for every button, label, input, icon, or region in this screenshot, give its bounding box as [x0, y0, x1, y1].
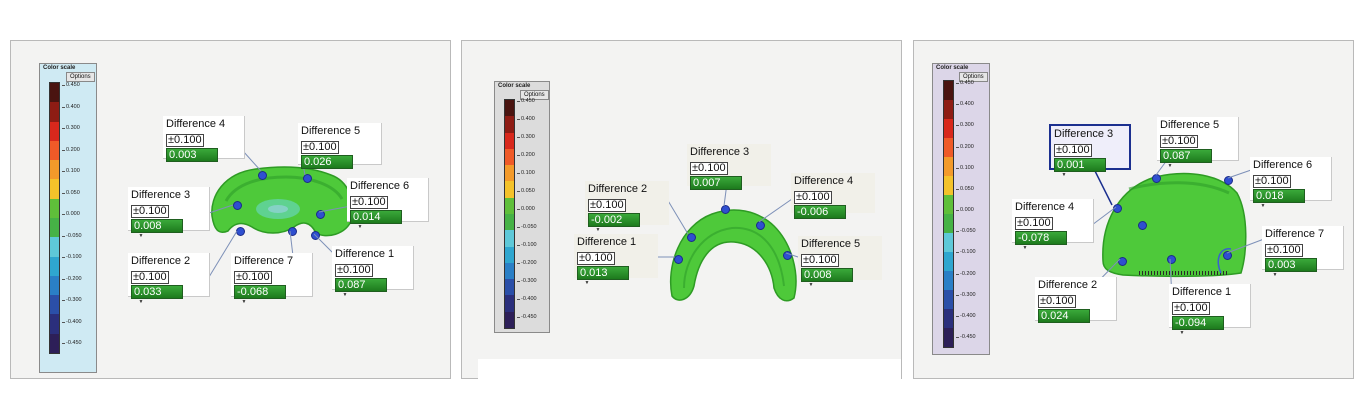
collapse-arrow-icon[interactable]: ▼: [131, 233, 151, 239]
deviation-value: 0.013: [577, 266, 629, 280]
difference-callout[interactable]: Difference 7 ±0.100 0.003 ▼: [1262, 226, 1344, 278]
tolerance-value: ±0.100: [794, 191, 832, 204]
collapse-arrow-icon[interactable]: ▼: [335, 292, 355, 298]
collapse-arrow-icon[interactable]: ▼: [1015, 245, 1035, 251]
tolerance-value: ±0.100: [301, 141, 339, 154]
deviation-value: 0.087: [1160, 149, 1212, 163]
difference-title: Difference 1: [335, 248, 395, 260]
difference-title: Difference 5: [301, 125, 361, 137]
deviation-value: 0.087: [335, 278, 387, 292]
collapse-arrow-icon[interactable]: ▼: [1265, 272, 1285, 278]
difference-callout[interactable]: Difference 3 ±0.100 0.007: [687, 144, 771, 190]
difference-callout[interactable]: Difference 3 ±0.100 0.008 ▼: [128, 187, 210, 239]
deviation-value: 0.024: [1038, 309, 1090, 323]
deviation-value: 0.008: [801, 268, 853, 282]
difference-callout[interactable]: Difference 5 ±0.100 0.026: [298, 123, 382, 169]
difference-callout[interactable]: Difference 1 ±0.100 0.013 ▼: [574, 234, 658, 286]
collapse-arrow-icon[interactable]: ▼: [1054, 172, 1074, 178]
collapse-arrow-icon[interactable]: ▼: [1253, 203, 1273, 209]
deviation-value: 0.014: [350, 210, 402, 224]
difference-title: Difference 7: [1265, 228, 1325, 240]
difference-title: Difference 4: [794, 175, 854, 187]
tolerance-value: ±0.100: [690, 162, 728, 175]
viewer-bottom-strip: [478, 359, 901, 379]
difference-title: Difference 1: [577, 236, 637, 248]
difference-title: Difference 2: [1038, 279, 1098, 291]
difference-title: Difference 1: [1172, 286, 1232, 298]
tolerance-value: ±0.100: [131, 205, 169, 218]
tolerance-value: ±0.100: [1172, 302, 1210, 315]
difference-callout[interactable]: Difference 4 ±0.100 0.003: [163, 116, 245, 162]
difference-callout[interactable]: Difference 7 ±0.100 -0.068 ▼: [231, 253, 313, 305]
difference-title: Difference 3: [131, 189, 191, 201]
collapse-arrow-icon[interactable]: ▼: [234, 299, 254, 305]
tolerance-value: ±0.100: [1054, 144, 1092, 157]
deviation-value: 0.007: [690, 176, 742, 190]
difference-callout[interactable]: Difference 4 ±0.100 -0.006: [791, 173, 875, 219]
difference-title: Difference 3: [690, 146, 750, 158]
difference-title: Difference 4: [1015, 201, 1075, 213]
tolerance-value: ±0.100: [234, 271, 272, 284]
tolerance-value: ±0.100: [166, 134, 204, 147]
deviation-value: -0.068: [234, 285, 286, 299]
difference-callout[interactable]: Difference 4 ±0.100 -0.078 ▼: [1012, 199, 1094, 251]
deviation-value: 0.003: [166, 148, 218, 162]
tolerance-value: ±0.100: [801, 254, 839, 267]
difference-title: Difference 5: [801, 238, 861, 250]
deviation-value: 0.018: [1253, 189, 1305, 203]
difference-callout[interactable]: Difference 5 ±0.100 0.087 ▼: [1157, 117, 1239, 169]
tolerance-value: ±0.100: [1265, 244, 1303, 257]
deviation-value: -0.002: [588, 213, 640, 227]
difference-title: Difference 3: [1054, 128, 1114, 140]
collapse-arrow-icon[interactable]: ▼: [350, 224, 370, 230]
tolerance-value: ±0.100: [350, 196, 388, 209]
deviation-value: 0.003: [1265, 258, 1317, 272]
difference-callout[interactable]: Difference 5 ±0.100 0.008 ▼: [798, 236, 882, 288]
difference-callout[interactable]: Difference 2 ±0.100 -0.002 ▼: [585, 181, 669, 233]
tolerance-value: ±0.100: [1253, 175, 1291, 188]
difference-callout[interactable]: Difference 1 ±0.100 -0.094 ▼: [1169, 284, 1251, 336]
deviation-value: 0.008: [131, 219, 183, 233]
collapse-arrow-icon[interactable]: ▼: [801, 282, 821, 288]
viewer-panel-1: Color scale Options 0.450 0.400 0.300 0.200…: [10, 40, 451, 379]
collapse-arrow-icon[interactable]: ▼: [588, 227, 608, 233]
tolerance-value: ±0.100: [588, 199, 626, 212]
difference-title: Difference 7: [234, 255, 294, 267]
viewer-panel-3: Color scale Options 0.450 0.400 0.300 0.200…: [913, 40, 1354, 379]
difference-title: Difference 2: [588, 183, 648, 195]
tolerance-value: ±0.100: [335, 264, 373, 277]
leader-lines-3: [1083, 155, 1265, 300]
collapse-arrow-icon[interactable]: ▼: [1160, 163, 1180, 169]
tolerance-value: ±0.100: [1038, 295, 1076, 308]
tolerance-value: ±0.100: [1015, 217, 1053, 230]
collapse-arrow-icon[interactable]: ▼: [1172, 330, 1192, 336]
deviation-value: 0.001: [1054, 158, 1106, 172]
difference-callout[interactable]: Difference 2 ±0.100 0.024: [1035, 277, 1117, 323]
deviation-value: -0.094: [1172, 316, 1224, 330]
difference-callout[interactable]: Difference 6 ±0.100 0.014 ▼: [347, 178, 429, 230]
collapse-arrow-icon[interactable]: ▼: [131, 299, 151, 305]
deviation-value: -0.006: [794, 205, 846, 219]
difference-callout[interactable]: Difference 2 ±0.100 0.033 ▼: [128, 253, 210, 305]
deviation-value: 0.026: [301, 155, 353, 169]
difference-title: Difference 6: [1253, 159, 1313, 171]
deviation-value: -0.078: [1015, 231, 1067, 245]
difference-title: Difference 4: [166, 118, 226, 130]
difference-title: Difference 6: [350, 180, 410, 192]
tolerance-value: ±0.100: [577, 252, 615, 265]
tolerance-value: ±0.100: [131, 271, 169, 284]
difference-callout[interactable]: Difference 1 ±0.100 0.087 ▼: [332, 246, 414, 298]
collapse-arrow-icon[interactable]: ▼: [577, 280, 597, 286]
difference-title: Difference 2: [131, 255, 191, 267]
tolerance-value: ±0.100: [1160, 135, 1198, 148]
deviation-value: 0.033: [131, 285, 183, 299]
difference-callout-selected[interactable]: Difference 3 ±0.100 0.001 ▼: [1049, 124, 1131, 178]
difference-callout[interactable]: Difference 6 ±0.100 0.018 ▼: [1250, 157, 1332, 209]
viewer-panel-2: Color scale Options 0.450 0.400 0.300 0.200…: [461, 40, 902, 379]
difference-title: Difference 5: [1160, 119, 1220, 131]
